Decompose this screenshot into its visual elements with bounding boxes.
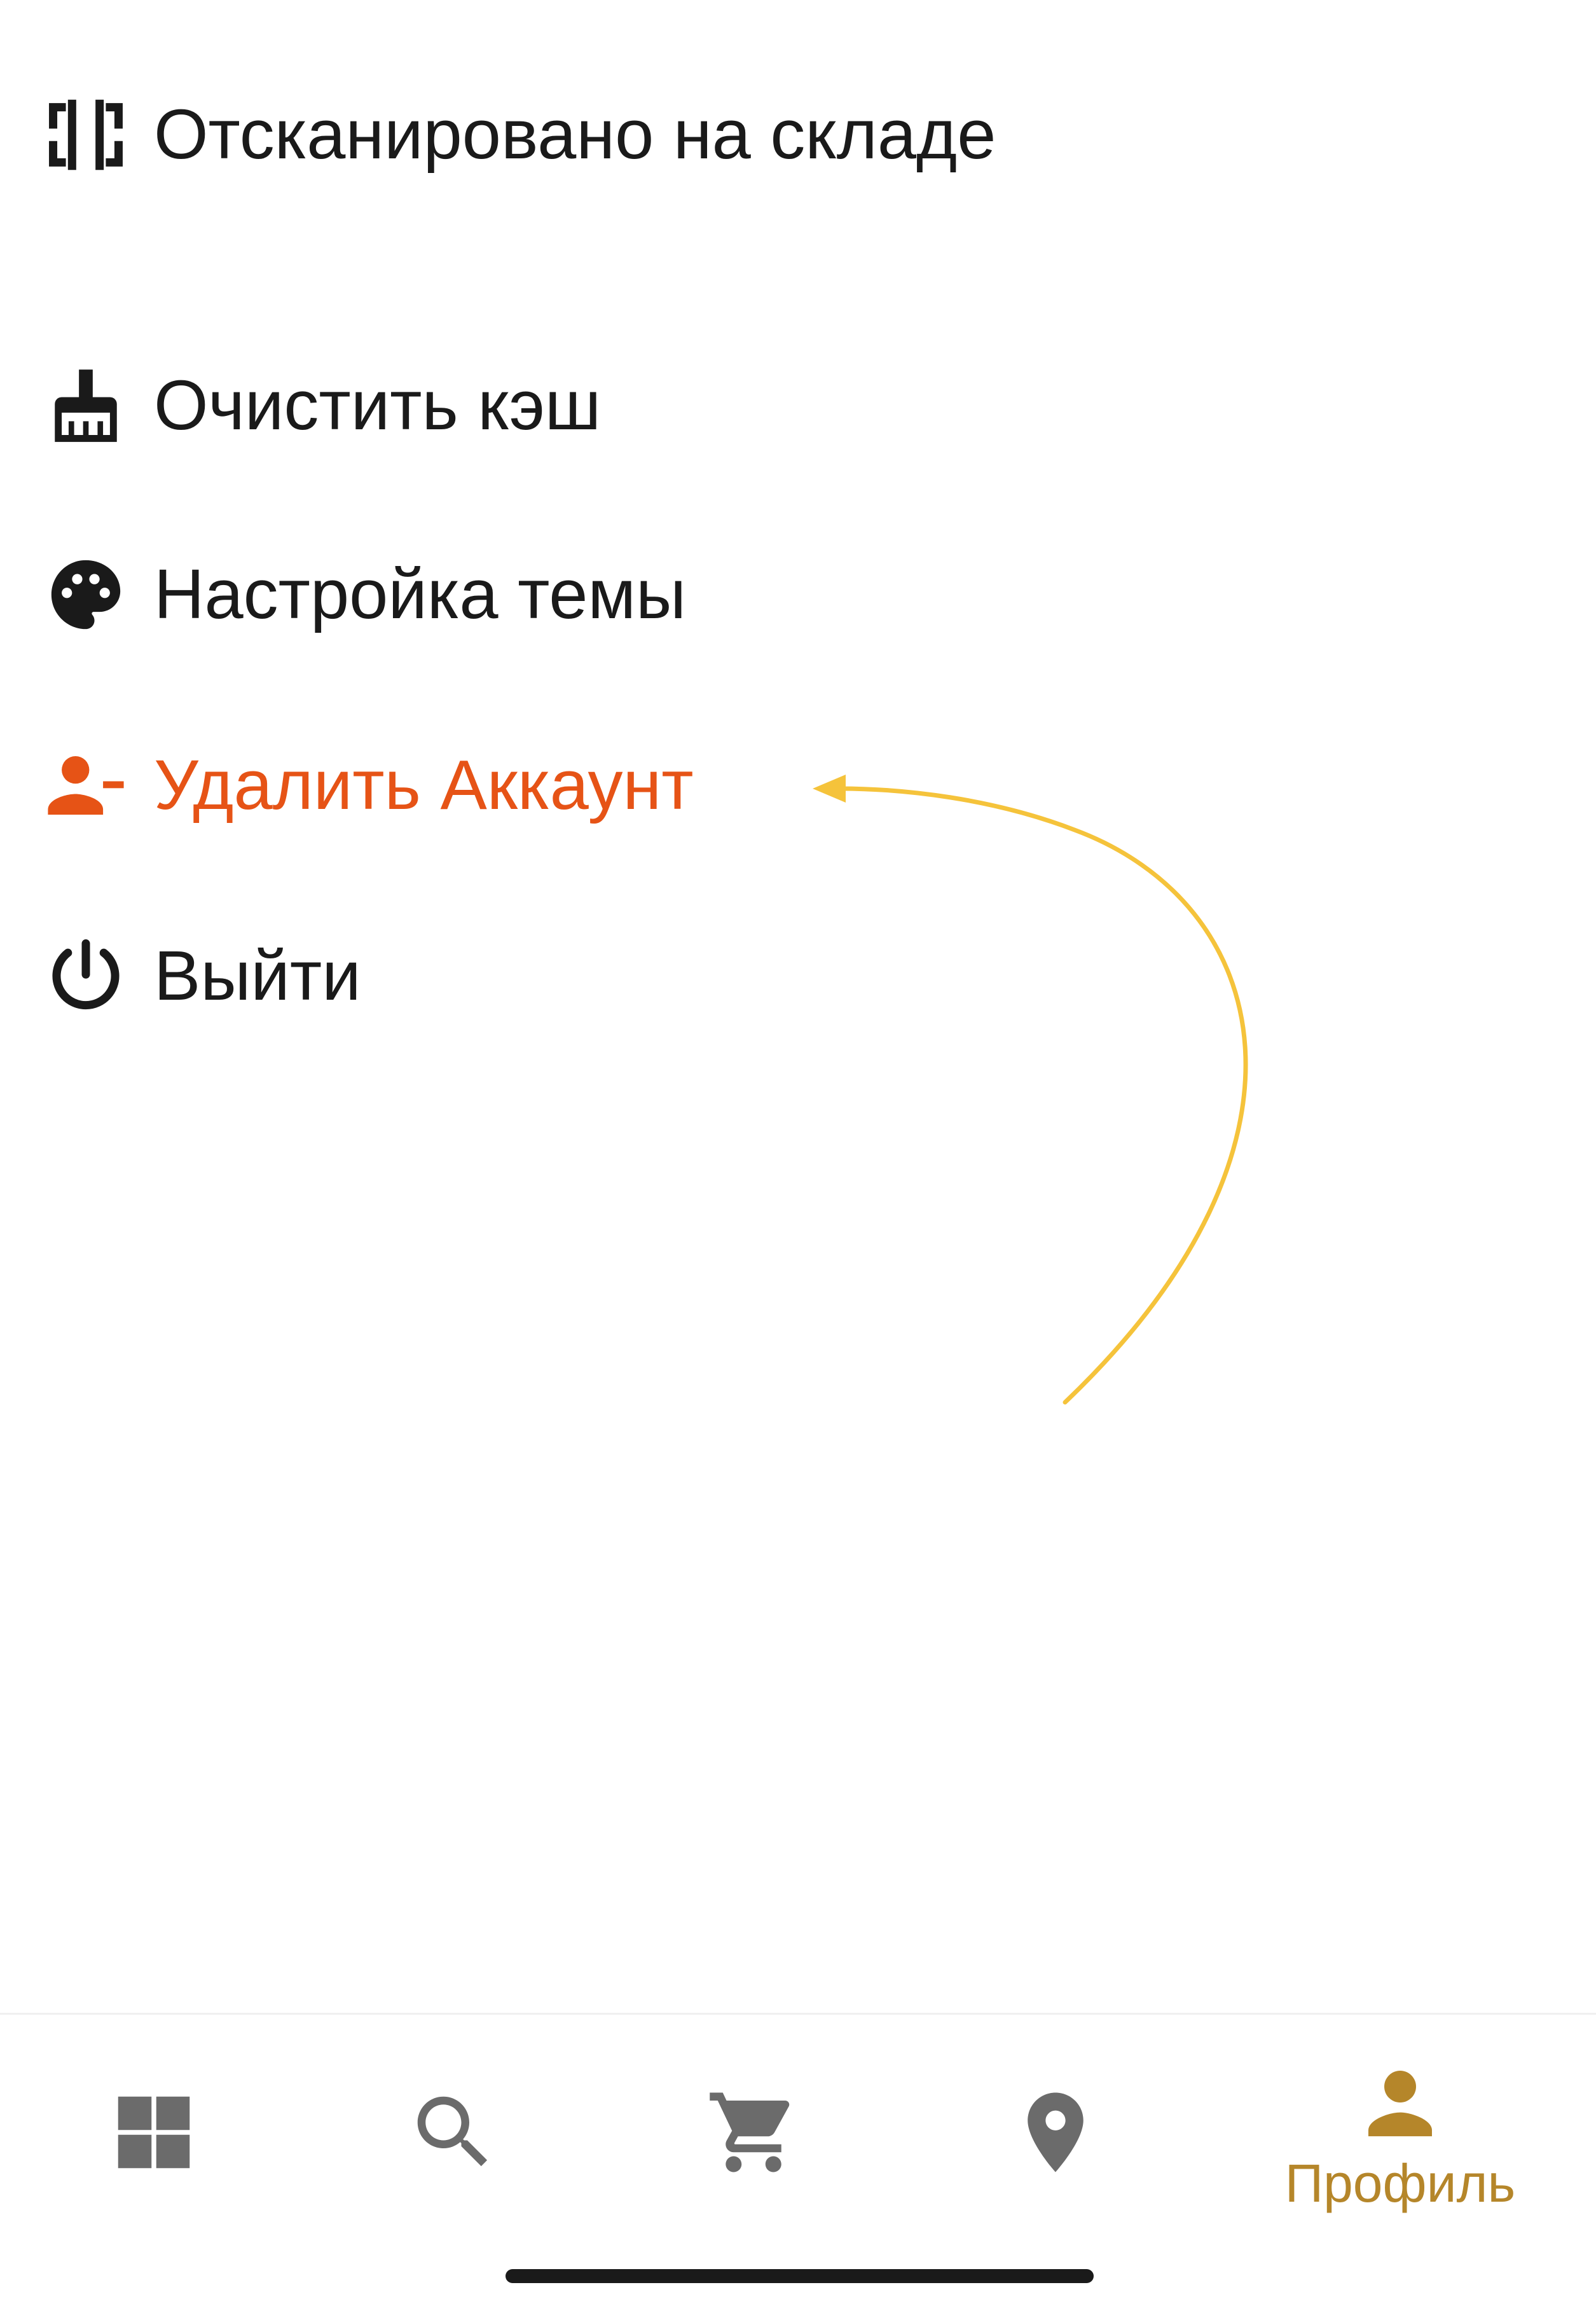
menu-item-scanned[interactable]: Отсканировано на складе [45,84,996,186]
menu-item-theme-settings[interactable]: Настройка темы [45,544,686,646]
cart-icon [710,2092,790,2172]
location-pin-icon [1028,2092,1083,2172]
menu-item-clear-cache[interactable]: Очистить кэш [45,355,601,457]
bottom-navigation: Профиль [0,2013,1596,2250]
nav-item-catalog[interactable] [39,2015,268,2250]
nav-item-cart[interactable] [639,2015,868,2250]
nav-item-search[interactable] [339,2015,568,2250]
menu-item-logout[interactable]: Выйти [45,925,361,1027]
annotation-arrow-icon [813,775,1248,1405]
menu-item-label: Выйти [154,937,361,1015]
menu-item-label: Отсканировано на складе [154,95,996,174]
person-icon [1368,2071,1432,2137]
nav-item-location[interactable] [941,2015,1170,2250]
menu-item-delete-account[interactable]: Удалить Аккаунт [45,735,694,836]
grid-icon [118,2096,190,2169]
home-indicator [506,2269,1094,2283]
menu-item-label: Удалить Аккаунт [154,746,694,824]
power-icon [45,935,127,1018]
palette-icon [45,553,127,636]
menu-item-label: Настройка темы [154,555,687,633]
search-icon [417,2096,488,2167]
menu-item-label: Очистить кэш [154,366,602,445]
nav-item-profile[interactable]: Профиль [1284,2015,1516,2250]
broom-icon [45,364,127,447]
barcode-scan-icon [45,93,127,176]
person-remove-icon [45,744,127,827]
nav-item-label: Профиль [1284,2153,1516,2213]
